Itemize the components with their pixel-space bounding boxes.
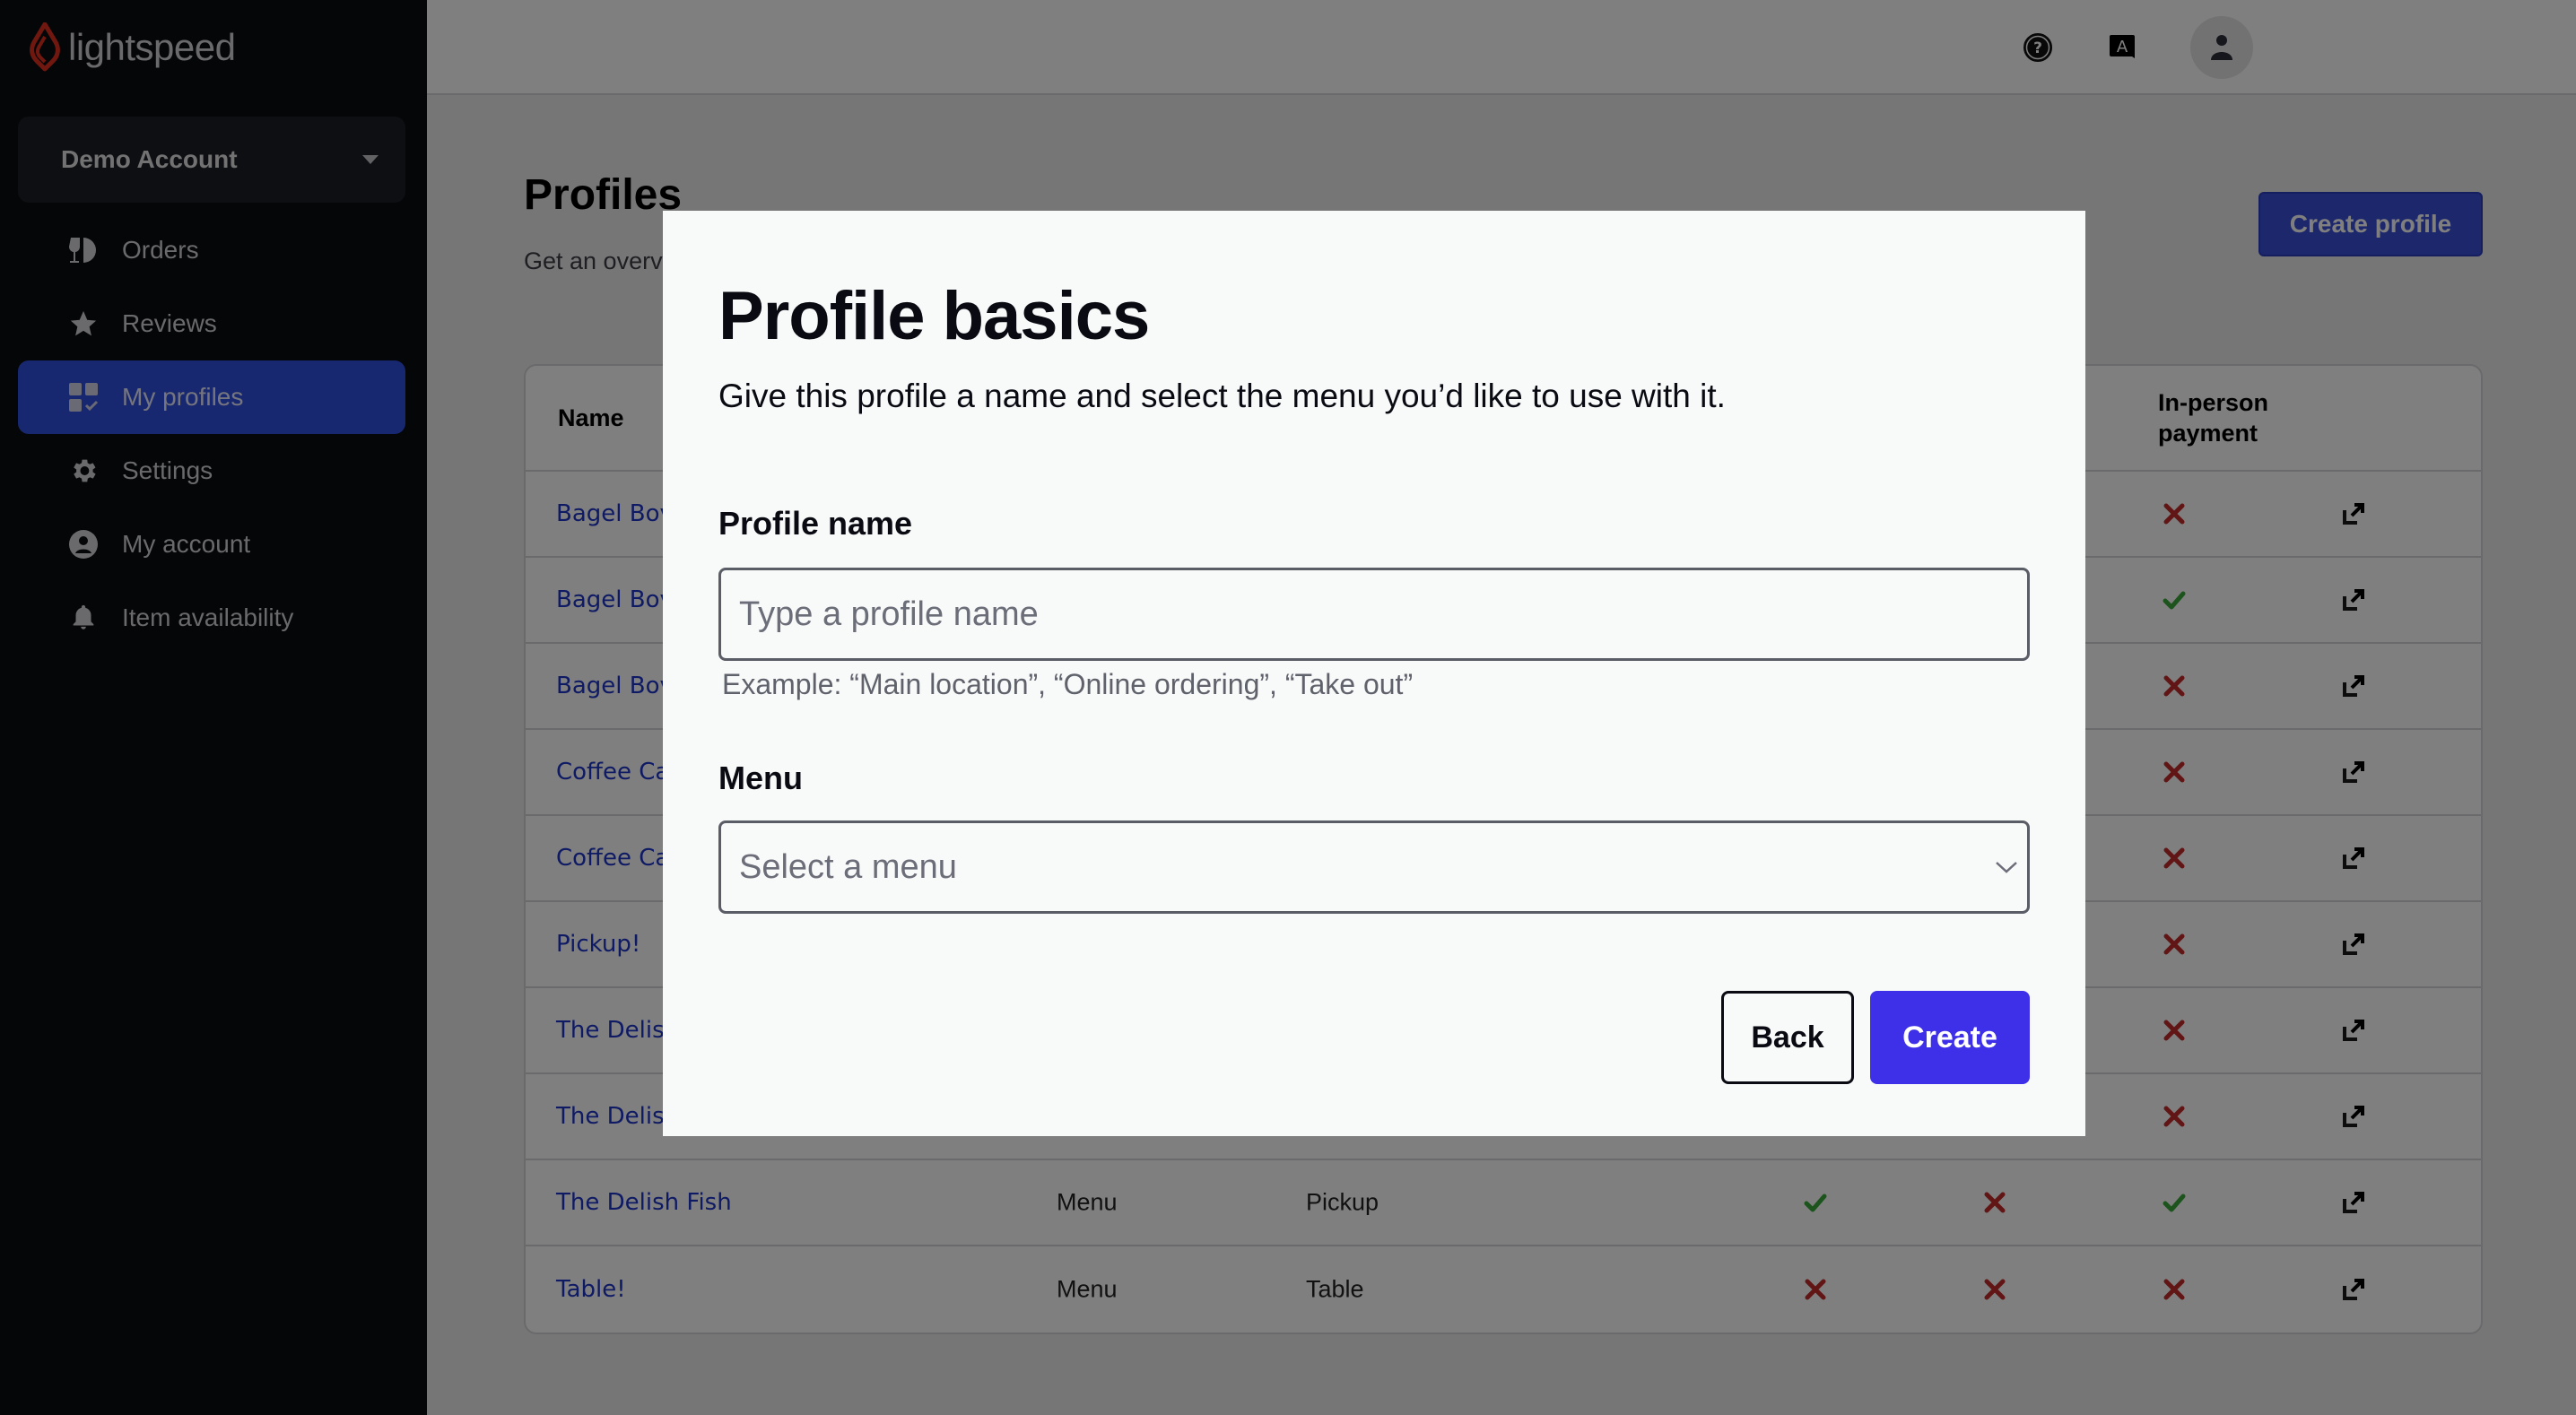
profile-name-label: Profile name — [718, 505, 913, 542]
profile-basics-modal: Profile basics Give this profile a name … — [663, 211, 2085, 1136]
chevron-down-icon — [1996, 862, 2017, 873]
back-button[interactable]: Back — [1721, 991, 1854, 1084]
modal-description: Give this profile a name and select the … — [718, 378, 1726, 414]
menu-label: Menu — [718, 760, 803, 796]
menu-select-value: Select a menu — [739, 847, 957, 886]
menu-select[interactable]: Select a menu — [718, 820, 2030, 914]
profile-name-input[interactable] — [718, 568, 2030, 661]
modal-title: Profile basics — [718, 278, 1150, 354]
create-button[interactable]: Create — [1870, 991, 2030, 1084]
profile-name-helper-text: Example: “Main location”, “Online orderi… — [722, 668, 1414, 700]
